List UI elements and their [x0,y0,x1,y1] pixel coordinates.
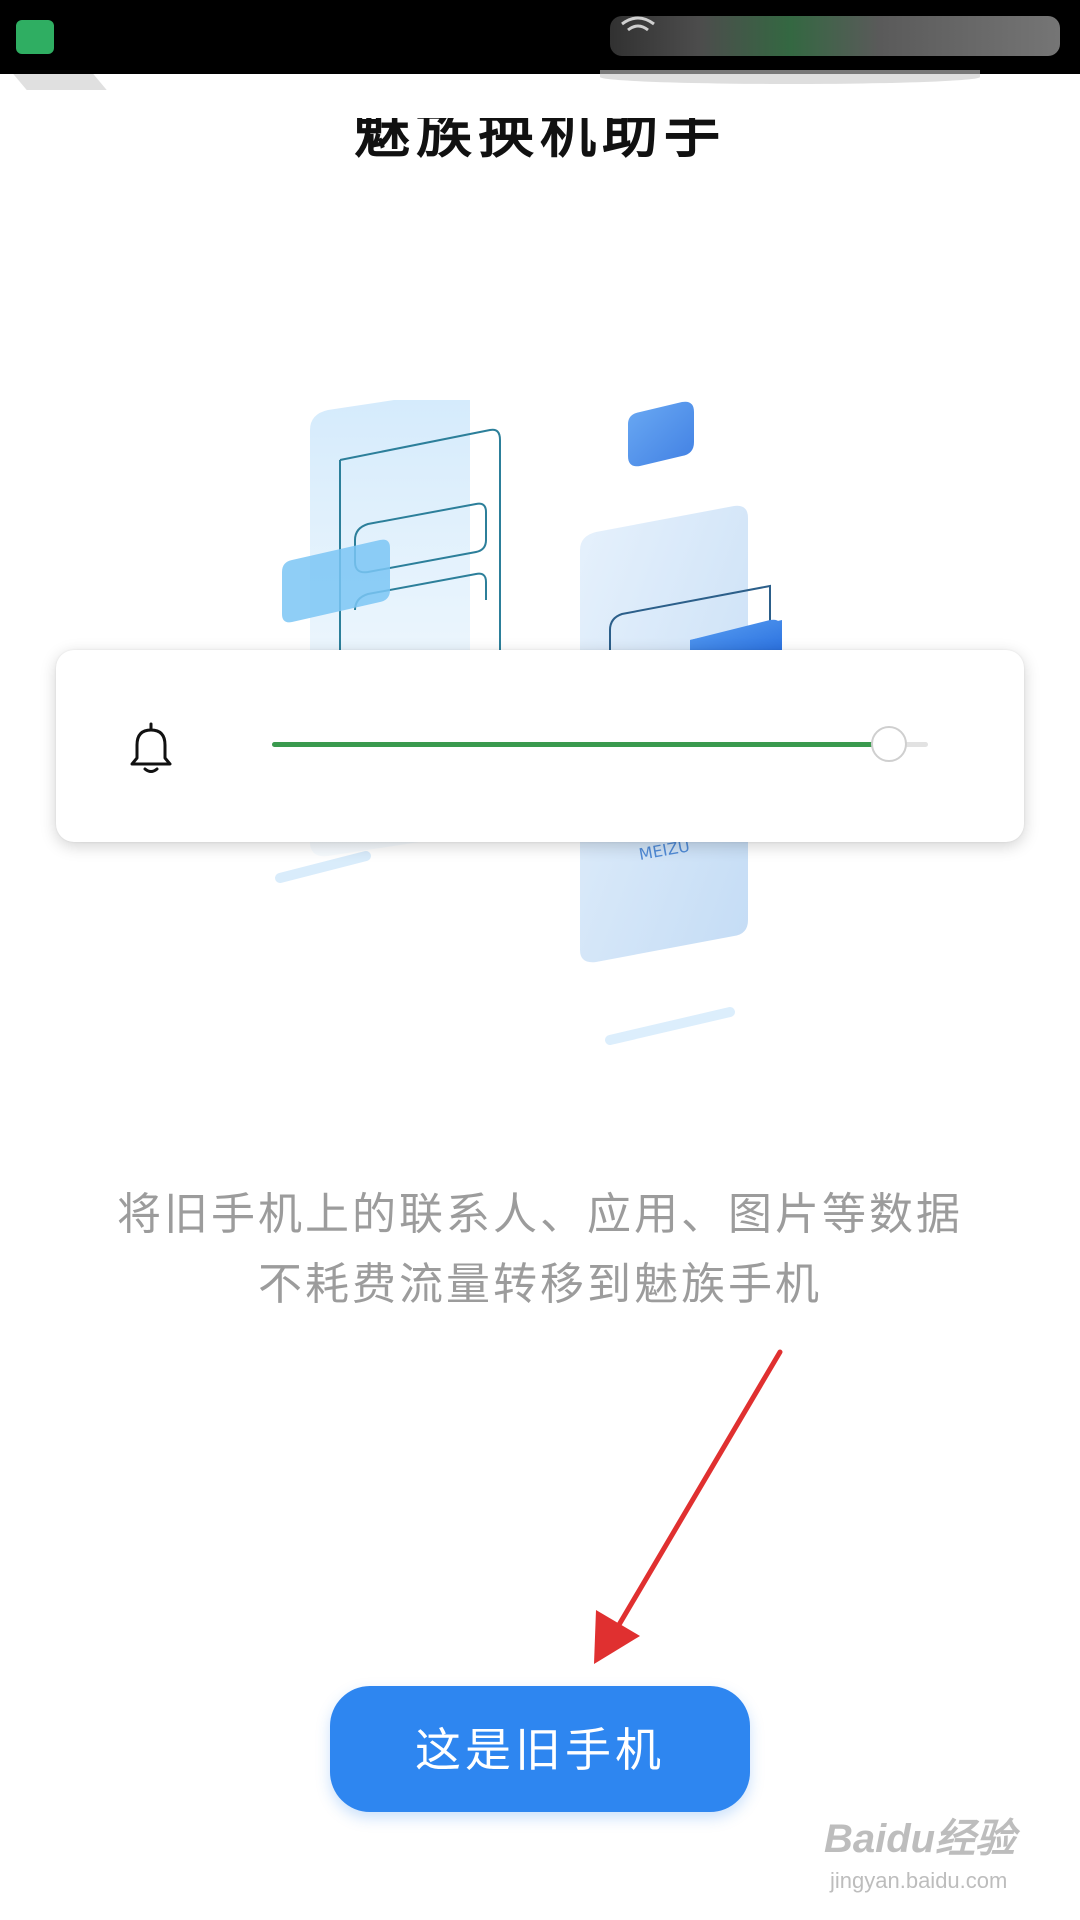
annotation-arrow-icon [594,1349,783,1664]
app-notification-icon [16,20,54,54]
volume-slider-thumb[interactable] [870,726,907,762]
wifi-icon [621,16,655,32]
page-title: 魅族换机助手 [354,118,726,166]
description: 将旧手机上的联系人、应用、图片等数据 不耗费流量转移到魅族手机 [0,1180,1080,1320]
description-line-2: 不耗费流量转移到魅族手机 [258,1259,822,1310]
this-is-old-phone-button[interactable]: 这是旧手机 [330,1686,750,1812]
volume-slider-fill [272,742,889,747]
baidu-watermark: Baidu经验 jingyan.baidu.com [824,1800,1064,1900]
status-bar-artifact [13,74,107,90]
bell-icon[interactable] [126,720,176,776]
status-icons-blurred [610,16,1060,56]
status-bar [0,0,1080,74]
screen: 魅族换机助手 MEIZU 将旧手机上的联系人、应用、图片等数据 不耗费流量转移到… [0,0,1080,1920]
status-bar-shadow [600,70,980,84]
watermark-url: jingyan.baidu.com [830,1868,1008,1893]
volume-slider-track[interactable] [272,742,928,747]
watermark-text: Baidu经验 [824,1817,1016,1861]
description-line-1: 将旧手机上的联系人、应用、图片等数据 [117,1189,963,1240]
